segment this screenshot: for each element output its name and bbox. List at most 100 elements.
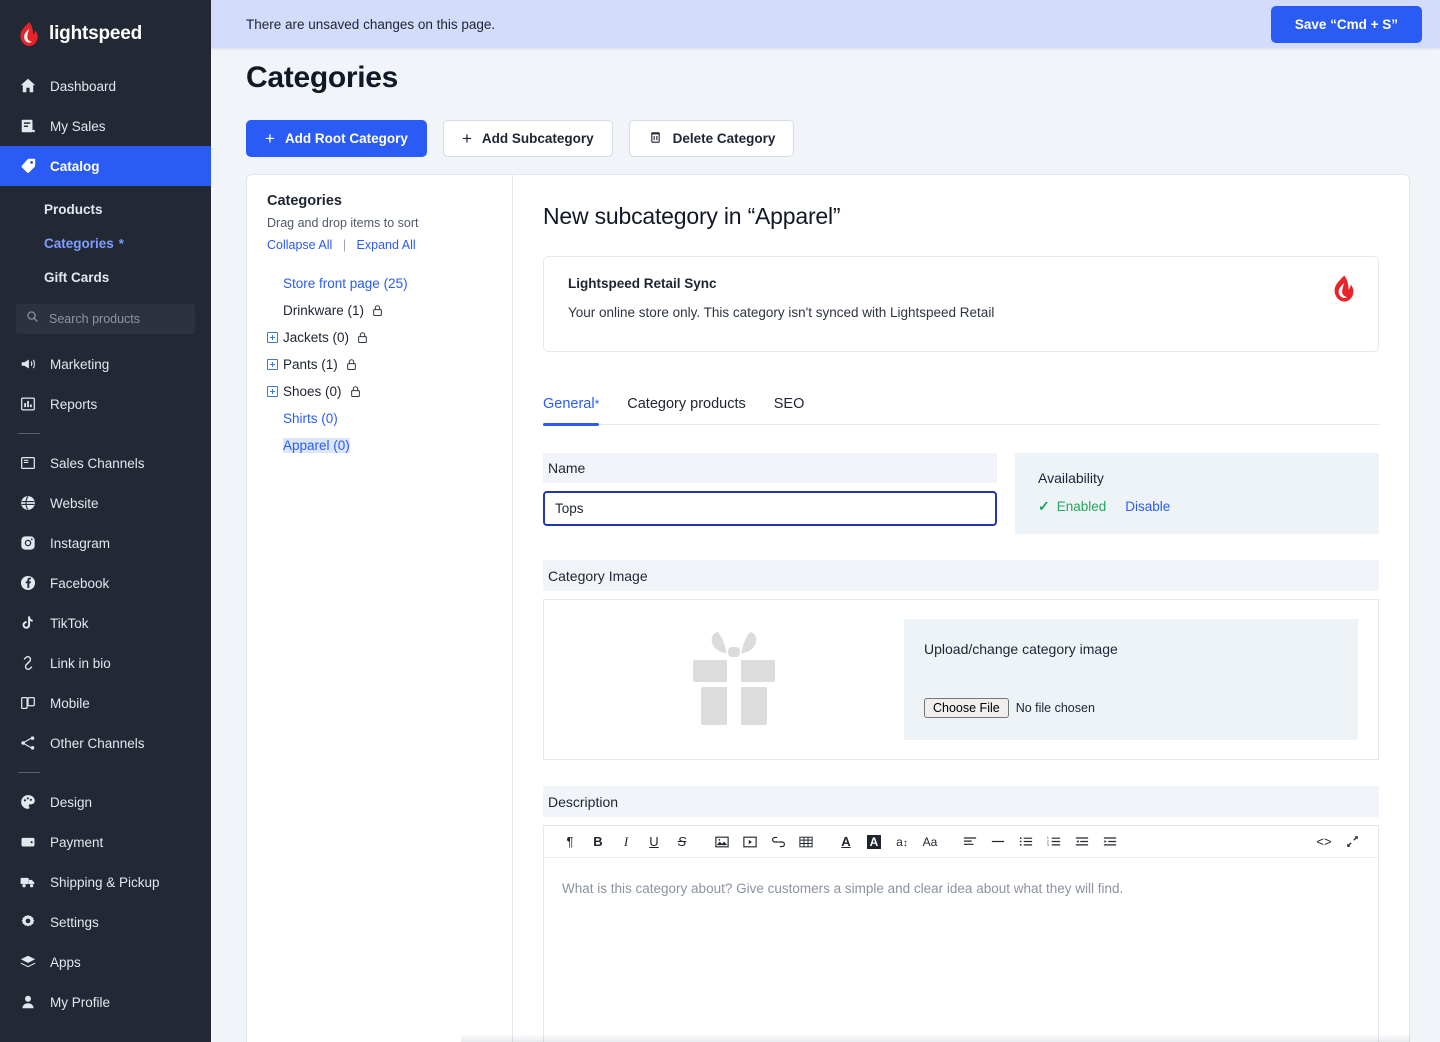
highlight-color-icon[interactable]: A: [860, 829, 888, 855]
tree-node-store-front-page[interactable]: Store front page (25): [267, 270, 496, 297]
sidebar-item-gift-cards[interactable]: Gift Cards: [0, 260, 211, 294]
sidebar-item-label: Other Channels: [50, 735, 145, 751]
expand-toggle-icon[interactable]: [267, 386, 278, 397]
sidebar-item-marketing[interactable]: Marketing: [0, 344, 211, 384]
instagram-icon: [18, 534, 37, 553]
tree-links: Collapse All | Expand All: [267, 238, 496, 252]
tab-label: Category products: [627, 396, 746, 412]
underline-icon[interactable]: U: [640, 829, 668, 855]
sidebar-item-reports[interactable]: Reports: [0, 384, 211, 424]
table-icon[interactable]: [792, 829, 820, 855]
category-tree-panel: Categories Drag and drop items to sort C…: [246, 174, 512, 1042]
tree-node-drinkware[interactable]: Drinkware (1): [267, 297, 496, 324]
subnav-label: Gift Cards: [44, 269, 110, 285]
sidebar-item-my-sales[interactable]: My Sales: [0, 106, 211, 146]
tab-label: SEO: [773, 396, 805, 412]
tab-general[interactable]: General*: [543, 396, 600, 426]
sidebar-item-settings[interactable]: Settings: [0, 902, 211, 942]
horizontal-rule-icon[interactable]: [984, 829, 1012, 855]
sidebar-item-website[interactable]: Website: [0, 483, 211, 523]
align-icon[interactable]: [956, 829, 984, 855]
sidebar-item-shipping-pickup[interactable]: Shipping & Pickup: [0, 862, 211, 902]
tab-label: General: [543, 396, 595, 412]
svg-text:3: 3: [1047, 843, 1049, 847]
sidebar-item-label: Sales Channels: [50, 455, 145, 471]
availability-disable-link[interactable]: Disable: [1125, 499, 1170, 514]
tree-node-shoes[interactable]: Shoes (0): [267, 378, 496, 405]
outdent-icon[interactable]: [1068, 829, 1096, 855]
numbered-list-icon[interactable]: 123: [1040, 829, 1068, 855]
sidebar-item-catalog[interactable]: Catalog: [0, 146, 211, 186]
sidebar-item-payment[interactable]: Payment: [0, 822, 211, 862]
choose-file-button[interactable]: Choose File: [924, 698, 1009, 718]
retail-sync-card: Lightspeed Retail Sync Your online store…: [543, 256, 1379, 352]
name-input[interactable]: [543, 491, 997, 526]
plus-icon: +: [265, 129, 275, 148]
tab-unsaved-asterisk: *: [594, 397, 600, 411]
lock-icon: [346, 358, 357, 371]
sidebar-item-label: Design: [50, 794, 93, 810]
tree-node-shirts[interactable]: Shirts (0): [267, 405, 496, 432]
tree-node-pants[interactable]: Pants (1): [267, 351, 496, 378]
availability-card: Availability ✓ Enabled Disable: [1015, 453, 1379, 534]
image-icon[interactable]: [708, 829, 736, 855]
fullscreen-icon[interactable]: [1338, 829, 1366, 855]
expand-toggle-icon[interactable]: [267, 332, 278, 343]
tree-hint: Drag and drop items to sort: [267, 216, 419, 230]
font-size-icon[interactable]: a↕: [888, 829, 916, 855]
sidebar-item-label: Payment: [50, 834, 104, 850]
availability-controls: ✓ Enabled Disable: [1038, 498, 1379, 515]
video-icon[interactable]: [736, 829, 764, 855]
sidebar-item-mobile[interactable]: Mobile: [0, 683, 211, 723]
delete-category-button[interactable]: Delete Category: [628, 120, 795, 157]
name-availability-row: Name Availability ✓ Enabled Disable: [543, 453, 1379, 534]
indent-icon[interactable]: [1096, 829, 1124, 855]
expand-all-link[interactable]: Expand All: [357, 238, 416, 252]
text-color-icon[interactable]: A: [832, 829, 860, 855]
sidebar-item-tiktok[interactable]: TikTok: [0, 603, 211, 643]
category-image-preview: [564, 629, 904, 731]
add-subcategory-button[interactable]: + Add Subcategory: [442, 120, 613, 157]
tab-category-products[interactable]: Category products: [627, 396, 745, 424]
source-code-icon[interactable]: <>: [1310, 829, 1338, 855]
strikethrough-icon[interactable]: S: [668, 829, 696, 855]
sidebar-item-dashboard[interactable]: Dashboard: [0, 66, 211, 106]
sidebar-item-facebook[interactable]: Facebook: [0, 563, 211, 603]
tiktok-icon: [18, 614, 37, 633]
bullet-list-icon[interactable]: [1012, 829, 1040, 855]
sidebar-item-instagram[interactable]: Instagram: [0, 523, 211, 563]
tab-seo[interactable]: SEO: [774, 396, 805, 424]
tree-node-apparel[interactable]: Apparel (0): [267, 432, 496, 459]
bold-icon[interactable]: B: [584, 829, 612, 855]
sidebar-item-other-channels[interactable]: Other Channels: [0, 723, 211, 763]
paragraph-icon[interactable]: ¶: [556, 829, 584, 855]
sidebar-item-label: Marketing: [50, 356, 110, 372]
italic-icon[interactable]: I: [612, 829, 640, 855]
sidebar-item-apps[interactable]: Apps: [0, 942, 211, 982]
availability-label: Availability: [1038, 470, 1104, 486]
font-family-icon[interactable]: Aa: [916, 829, 944, 855]
expand-toggle-icon[interactable]: [267, 359, 278, 370]
brand[interactable]: lightspeed: [0, 0, 211, 66]
palette-icon: [18, 793, 37, 812]
description-editor: ¶ B I U S A A a↕ Aa 1 2 3 <> What is thi…: [543, 825, 1379, 1042]
sidebar-item-products[interactable]: Products: [0, 192, 211, 226]
sidebar-item-link-in-bio[interactable]: Link in bio: [0, 643, 211, 683]
sidebar-item-my-profile[interactable]: My Profile: [0, 982, 211, 1022]
link-icon[interactable]: [764, 829, 792, 855]
save-button[interactable]: Save “Cmd + S”: [1270, 6, 1422, 43]
tree-node-jackets[interactable]: Jackets (0): [267, 324, 496, 351]
megaphone-icon: [18, 355, 37, 374]
layers-icon: [18, 953, 37, 972]
add-root-category-button[interactable]: + Add Root Category: [246, 120, 427, 157]
bar-chart-icon: [18, 395, 37, 414]
search-box[interactable]: [16, 304, 195, 334]
search-input[interactable]: [47, 311, 185, 327]
sidebar-item-label: Settings: [50, 914, 99, 930]
sidebar-item-categories[interactable]: Categories *: [0, 226, 211, 260]
sidebar-item-sales-channels[interactable]: Sales Channels: [0, 443, 211, 483]
collapse-all-link[interactable]: Collapse All: [267, 238, 332, 252]
sidebar-item-design[interactable]: Design: [0, 782, 211, 822]
unsaved-message: There are unsaved changes on this page.: [246, 16, 496, 32]
description-textarea[interactable]: What is this category about? Give custom…: [544, 858, 1378, 1042]
